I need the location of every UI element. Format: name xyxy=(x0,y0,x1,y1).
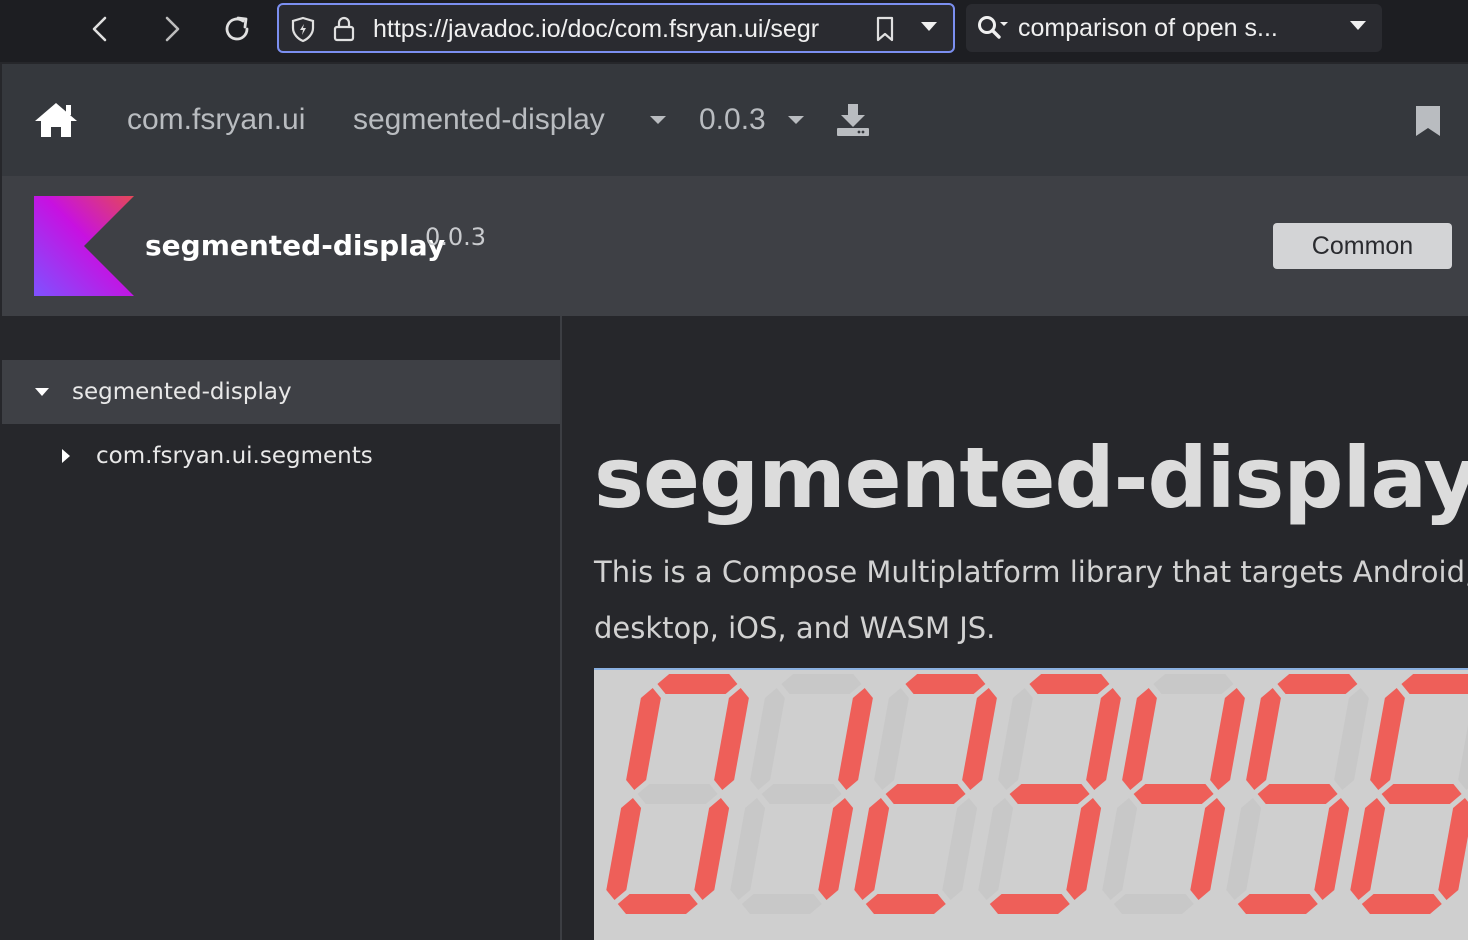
segment-f xyxy=(626,688,661,790)
page-title: segmented-display xyxy=(594,429,1468,527)
segment-a xyxy=(657,674,738,694)
search-icon xyxy=(978,16,1008,39)
site-header: com.fsryan.ui segmented-display 0.0.3 xyxy=(2,64,1468,176)
bookmark-filled-icon[interactable] xyxy=(1414,104,1442,138)
browser-toolbar: https://javadoc.io/doc/com.fsryan.ui/seg… xyxy=(0,0,1468,62)
segment-b xyxy=(1334,688,1369,790)
segment-g xyxy=(885,784,966,804)
segment-e xyxy=(1226,798,1262,900)
segment-g xyxy=(1257,784,1338,804)
back-arrow-icon xyxy=(92,16,107,42)
segment-f xyxy=(1122,688,1157,790)
segment-e xyxy=(606,798,642,900)
segment-e xyxy=(730,798,766,900)
segment-b xyxy=(1210,688,1245,790)
segment-a xyxy=(1401,674,1468,694)
segment-f xyxy=(1370,688,1405,790)
segment-b xyxy=(714,688,749,790)
page-description: This is a Compose Multiplatform library … xyxy=(594,555,1468,645)
segment-d xyxy=(989,894,1070,914)
sidebar-item-com-fsryan-ui-segments[interactable]: com.fsryan.ui.segments xyxy=(2,424,560,488)
segmented-display-image xyxy=(594,668,1468,940)
segment-a xyxy=(1153,674,1234,694)
kotlin-logo xyxy=(34,196,134,296)
segment-g xyxy=(761,784,842,804)
sidebar-nav: segmented-display com.fsryan.ui.segments xyxy=(2,316,560,940)
breadcrumb-artifact[interactable]: segmented-display xyxy=(353,100,605,140)
segment-a xyxy=(1029,674,1110,694)
segment-f xyxy=(998,688,1033,790)
segment-d xyxy=(617,894,698,914)
segment-e xyxy=(1350,798,1386,900)
segment-d xyxy=(865,894,946,914)
chevron-down-icon[interactable] xyxy=(919,19,939,33)
segment-a xyxy=(1277,674,1358,694)
segment-c xyxy=(942,798,978,900)
library-version: 0.0.3 xyxy=(425,223,487,251)
segment-e xyxy=(978,798,1014,900)
breadcrumb-version[interactable]: 0.0.3 xyxy=(699,100,766,140)
url-text[interactable]: https://javadoc.io/doc/com.fsryan.ui/seg… xyxy=(373,15,853,43)
segment-f xyxy=(750,688,785,790)
segment-g xyxy=(637,784,718,804)
segment-c xyxy=(1066,798,1102,900)
segment-f xyxy=(1246,688,1281,790)
chevron-down-icon[interactable] xyxy=(648,114,668,126)
segment-a xyxy=(905,674,986,694)
search-input[interactable]: comparison of open s... xyxy=(1018,14,1278,42)
sidebar-item-label[interactable]: com.fsryan.ui.segments xyxy=(96,441,373,471)
segment-d xyxy=(1237,894,1318,914)
library-header: segmented-display 0.0.3 Common xyxy=(2,176,1468,316)
chevron-down-icon[interactable] xyxy=(1348,18,1368,32)
segment-g xyxy=(1133,784,1214,804)
segment-c xyxy=(1438,798,1468,900)
breadcrumb-group[interactable]: com.fsryan.ui xyxy=(127,100,305,140)
segment-c xyxy=(818,798,854,900)
library-name: segmented-display xyxy=(145,229,446,262)
segment-b xyxy=(962,688,997,790)
bookmark-icon[interactable] xyxy=(873,15,897,43)
segment-a xyxy=(781,674,862,694)
segment-d xyxy=(741,894,822,914)
back-button[interactable] xyxy=(78,6,124,52)
segment-b xyxy=(1458,725,1468,790)
lock-icon[interactable] xyxy=(331,15,357,43)
forward-button[interactable] xyxy=(148,6,194,52)
caret-down-icon[interactable] xyxy=(34,386,50,398)
forward-arrow-icon xyxy=(165,16,180,42)
home-icon[interactable] xyxy=(32,100,80,140)
chevron-down-icon[interactable] xyxy=(786,114,806,126)
segment-e xyxy=(1102,798,1138,900)
search-bar[interactable]: comparison of open s... xyxy=(966,4,1382,52)
segment-c xyxy=(1190,798,1226,900)
segment-c xyxy=(694,798,730,900)
segment-g xyxy=(1381,784,1462,804)
segment-b xyxy=(1086,688,1121,790)
shield-icon[interactable] xyxy=(289,15,317,43)
address-bar[interactable]: https://javadoc.io/doc/com.fsryan.ui/seg… xyxy=(277,3,955,53)
segment-d xyxy=(1113,894,1194,914)
segment-e xyxy=(854,798,890,900)
main-content: segmented-display This is a Compose Mult… xyxy=(562,316,1468,940)
reload-button[interactable] xyxy=(214,6,260,52)
segment-f xyxy=(874,688,909,790)
segment-d xyxy=(1361,894,1442,914)
segment-g xyxy=(1009,784,1090,804)
sidebar-item-label[interactable]: segmented-display xyxy=(72,377,292,407)
segmented-display-digits xyxy=(606,674,1468,914)
caret-right-icon[interactable] xyxy=(60,448,72,464)
segment-c xyxy=(1314,798,1350,900)
sidebar-item-segmented-display[interactable]: segmented-display xyxy=(2,360,560,424)
download-icon[interactable] xyxy=(834,102,872,138)
platform-filter-button[interactable]: Common xyxy=(1273,223,1452,269)
reload-icon xyxy=(225,16,249,41)
segment-b xyxy=(838,688,873,790)
